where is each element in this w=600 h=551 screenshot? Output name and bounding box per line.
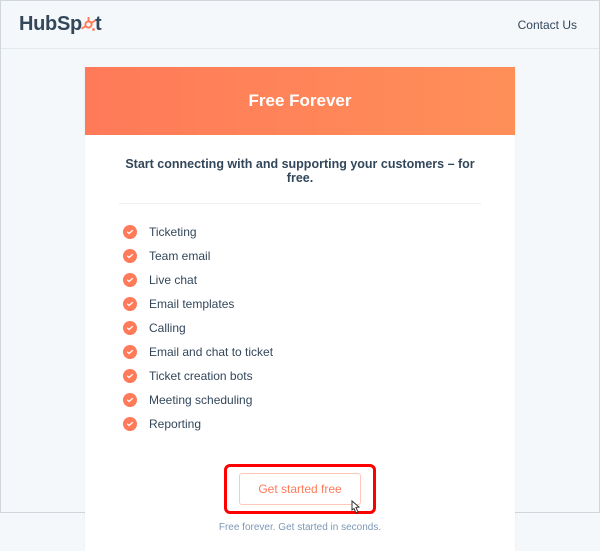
check-icon — [123, 345, 137, 359]
feature-item: Email and chat to ticket — [123, 340, 477, 364]
brand-logo[interactable]: Hub Sp t — [19, 13, 101, 36]
sprocket-icon — [81, 17, 96, 32]
feature-label: Ticket creation bots — [149, 369, 253, 383]
feature-item: Ticketing — [123, 220, 477, 244]
get-started-button[interactable]: Get started free — [239, 473, 360, 505]
feature-item: Ticket creation bots — [123, 364, 477, 388]
pricing-card-wrap: Free Forever Start connecting with and s… — [1, 49, 599, 551]
feature-label: Reporting — [149, 417, 201, 431]
check-icon — [123, 273, 137, 287]
check-icon — [123, 369, 137, 383]
check-icon — [123, 249, 137, 263]
cta-highlight-box: Get started free — [224, 464, 375, 514]
contact-us-link[interactable]: Contact Us — [518, 18, 577, 32]
feature-label: Email and chat to ticket — [149, 345, 273, 359]
feature-item: Email templates — [123, 292, 477, 316]
page-header: Hub Sp t Contact Us — [1, 1, 599, 49]
feature-label: Team email — [149, 249, 210, 263]
pricing-card-body: Start connecting with and supporting you… — [85, 135, 515, 551]
pricing-card-title: Free Forever — [85, 67, 515, 135]
feature-item: Team email — [123, 244, 477, 268]
check-icon — [123, 417, 137, 431]
pricing-card: Free Forever Start connecting with and s… — [85, 67, 515, 551]
pricing-tagline: Start connecting with and supporting you… — [119, 157, 481, 204]
feature-label: Live chat — [149, 273, 197, 287]
brand-part-hub: Hub — [19, 13, 57, 36]
feature-item: Live chat — [123, 268, 477, 292]
cta-area: Get started free Free forever. Get start… — [119, 464, 481, 533]
check-icon — [123, 393, 137, 407]
cta-subnote: Free forever. Get started in seconds. — [119, 522, 481, 533]
feature-item: Calling — [123, 316, 477, 340]
feature-label: Email templates — [149, 297, 234, 311]
feature-list: Ticketing Team email Live chat Email tem… — [119, 220, 481, 436]
feature-label: Meeting scheduling — [149, 393, 252, 407]
feature-item: Meeting scheduling — [123, 388, 477, 412]
check-icon — [123, 225, 137, 239]
feature-label: Calling — [149, 321, 186, 335]
brand-part-sp: Sp — [57, 13, 82, 36]
feature-item: Reporting — [123, 412, 477, 436]
feature-label: Ticketing — [149, 225, 197, 239]
check-icon — [123, 297, 137, 311]
check-icon — [123, 321, 137, 335]
